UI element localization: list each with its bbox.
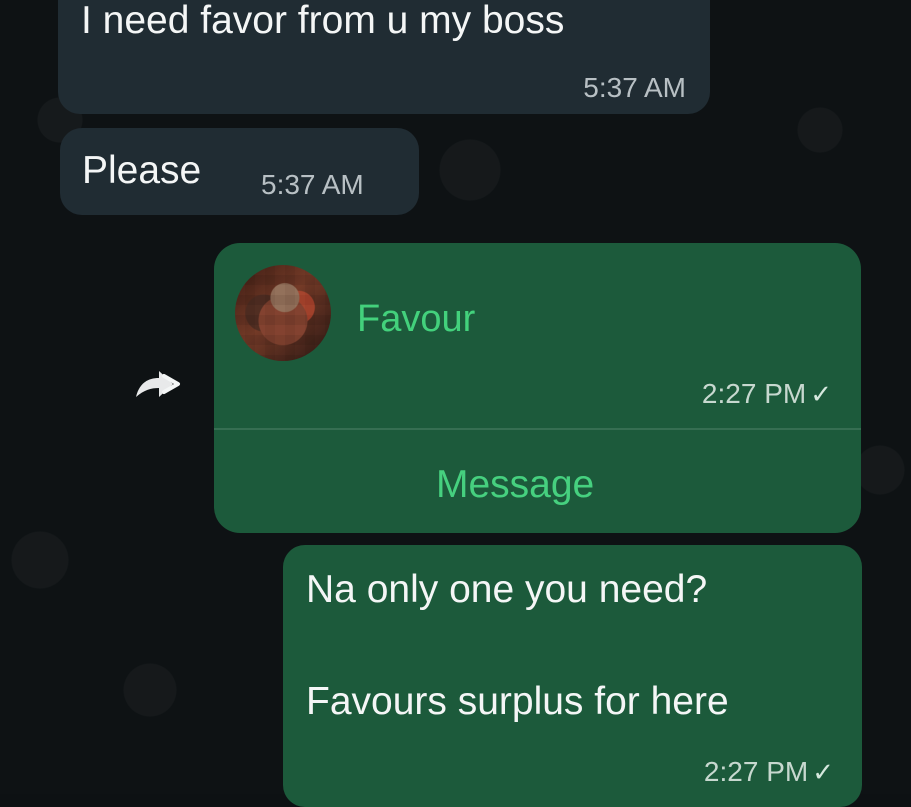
incoming-message-2-time: 5:37 AM <box>261 169 364 200</box>
incoming-message-1-time: 5:37 AM <box>583 72 686 103</box>
check-icon: ✓ <box>810 379 832 409</box>
contact-card-time-text: 2:27 PM <box>701 378 807 409</box>
forward-icon[interactable] <box>128 366 182 406</box>
reply-line-1: Na only one you need? <box>306 568 708 611</box>
reply-line-2: Favours surplus for here <box>306 680 729 723</box>
contact-name: Favour <box>357 298 476 340</box>
outgoing-reply-message[interactable]: Na only one you need? Favours surplus fo… <box>283 545 862 807</box>
incoming-message-1-text: I need favor from u my boss <box>81 0 565 42</box>
incoming-message-1[interactable]: I need favor from u my boss 5:37 AM <box>58 0 710 114</box>
message-button[interactable]: Message <box>436 463 594 507</box>
contact-card-message[interactable]: Favour 2:27 PM ✓ Message <box>214 243 861 533</box>
card-divider <box>214 428 861 430</box>
reply-time-text: 2:27 PM <box>703 756 809 787</box>
incoming-message-2[interactable]: Please 5:37 AM <box>60 128 419 215</box>
check-icon: ✓ <box>812 757 834 787</box>
avatar <box>235 265 331 361</box>
incoming-message-2-text: Please <box>82 149 202 192</box>
reply-time: 2:27 PM ✓ <box>704 756 834 788</box>
contact-card-time: 2:27 PM ✓ <box>702 378 832 410</box>
